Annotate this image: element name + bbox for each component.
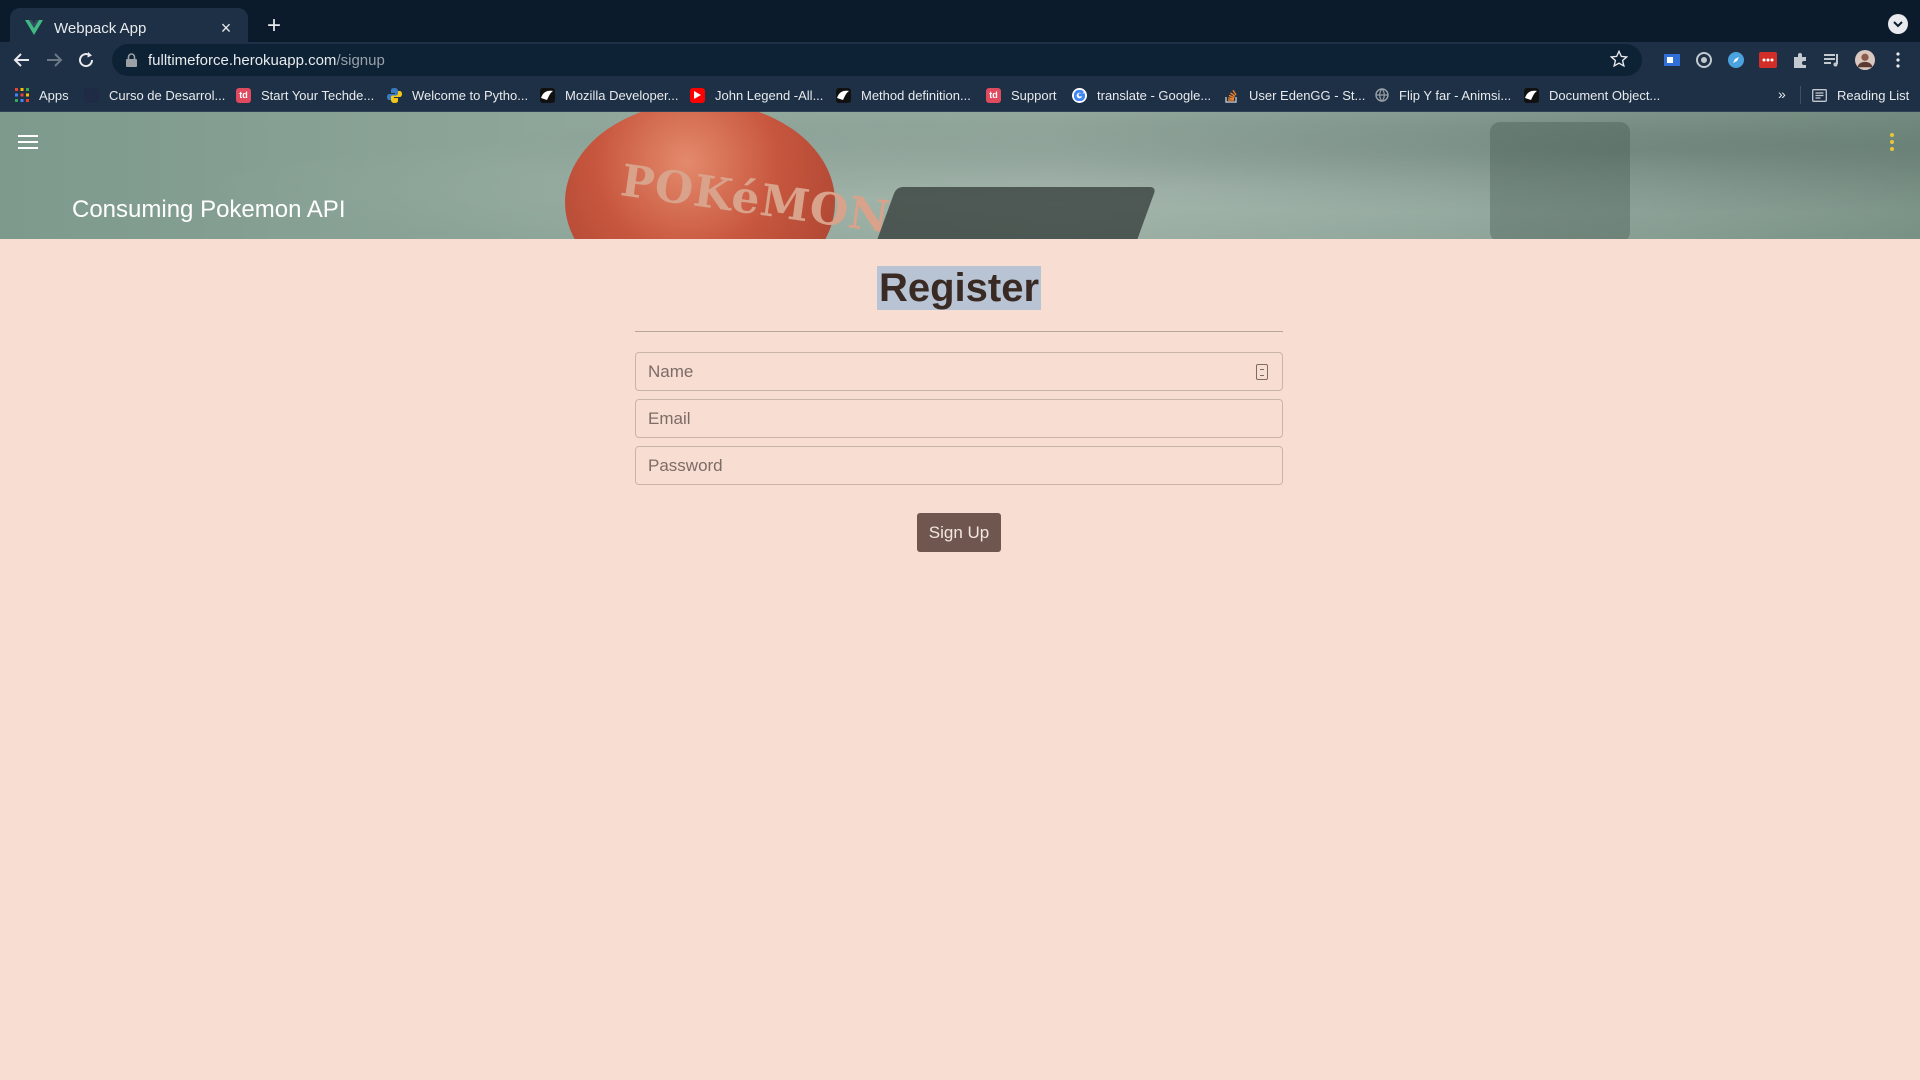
bookmarks-overflow-icon[interactable]: » [1778, 86, 1786, 102]
sign-up-button[interactable]: Sign Up [917, 513, 1001, 552]
bookmark-item[interactable]: Document Object... [1524, 85, 1660, 105]
forward-arrow-icon[interactable] [40, 46, 68, 74]
email-field[interactable] [636, 400, 1282, 437]
password-field[interactable] [636, 447, 1282, 484]
bookmark-label: Mozilla Developer... [565, 87, 679, 103]
extension-flag-icon[interactable] [1662, 50, 1682, 70]
new-tab-button[interactable]: + [260, 12, 288, 40]
bookmark-item[interactable]: translate - Google... [1072, 85, 1211, 105]
bookmark-label: Apps [39, 87, 69, 103]
course-icon [84, 87, 99, 103]
bookmark-label: Start Your Techde... [261, 87, 375, 103]
browser-tabstrip: Webpack App × + [0, 0, 1920, 48]
extension-compass-icon[interactable] [1726, 50, 1746, 70]
tab-title: Webpack App [54, 19, 147, 37]
reading-list-icon [1812, 88, 1827, 103]
browser-toolbar: fulltimeforce.herokuapp.com/signup [0, 42, 1920, 78]
bookmark-item[interactable]: Welcome to Pytho... [387, 85, 528, 105]
bookmarks-divider [1800, 86, 1801, 104]
title-divider [635, 331, 1283, 332]
url-text: fulltimeforce.herokuapp.com/signup [148, 52, 385, 69]
mdn-icon [1524, 87, 1539, 103]
bookmark-item[interactable]: Mozilla Developer... [540, 85, 678, 105]
bookmark-item[interactable]: User EdenGG - St... [1224, 85, 1365, 105]
bookmark-item[interactable]: td Support [986, 85, 1057, 105]
python-icon [387, 87, 402, 103]
autofill-contact-icon[interactable] [1256, 364, 1268, 380]
apps-grid-icon [14, 88, 29, 103]
bookmark-label: Document Object... [1549, 87, 1661, 103]
url-path: /signup [336, 51, 385, 69]
page-title: Register [635, 262, 1283, 314]
reading-list-button[interactable]: Reading List [1812, 85, 1909, 105]
mdn-icon [836, 87, 851, 103]
password-field-wrapper [635, 446, 1283, 485]
techdegree-icon: td [236, 87, 251, 103]
background-shape [1490, 122, 1630, 239]
bookmarks-bar: Apps Curso de Desarrol... td Start Your … [0, 78, 1920, 112]
bookmark-label: Support [1011, 87, 1057, 103]
vue-logo-icon [24, 19, 44, 37]
tab-close-icon[interactable]: × [216, 18, 236, 38]
name-field-wrapper [635, 352, 1283, 391]
bookmark-label: Welcome to Pytho... [412, 87, 529, 103]
bookmark-label: translate - Google... [1097, 87, 1212, 103]
button-row: Sign Up [635, 513, 1283, 552]
extensions-puzzle-icon[interactable] [1790, 50, 1810, 70]
extension-lastpass-icon[interactable] [1758, 50, 1778, 70]
bookmark-item[interactable]: Method definition... [836, 85, 971, 105]
bookmark-label: Method definition... [861, 87, 971, 103]
profile-avatar[interactable] [1855, 50, 1875, 70]
bookmark-label: John Legend -All... [715, 87, 824, 103]
google-icon [1072, 87, 1087, 103]
more-options-icon[interactable] [1886, 130, 1898, 154]
app-header: POKéMON Consuming Pokemon API [0, 112, 1920, 239]
address-bar[interactable]: fulltimeforce.herokuapp.com/signup [112, 44, 1642, 76]
globe-icon [1374, 88, 1389, 103]
lock-icon [124, 52, 138, 68]
bookmark-star-icon[interactable] [1609, 49, 1630, 70]
tab-search-icon[interactable] [1888, 14, 1908, 34]
extension-target-icon[interactable] [1694, 50, 1714, 70]
phone-image [863, 187, 1157, 239]
email-field-wrapper [635, 399, 1283, 438]
hamburger-menu-icon[interactable] [16, 130, 40, 154]
bookmark-item[interactable]: Curso de Desarrol... [84, 85, 225, 105]
url-host: fulltimeforce.herokuapp.com [148, 51, 337, 69]
register-heading: Register [876, 266, 1042, 310]
register-form: Register Sign Up [635, 262, 1283, 552]
media-queue-icon[interactable] [1822, 50, 1842, 70]
bookmark-label: Flip Y far - Animsi... [1399, 87, 1512, 103]
bookmark-item[interactable]: td Start Your Techde... [236, 85, 374, 105]
techdegree-icon: td [986, 87, 1001, 103]
browser-menu-icon[interactable] [1888, 50, 1908, 70]
bookmark-item[interactable]: John Legend -All... [690, 85, 823, 105]
bookmark-label: User EdenGG - St... [1249, 87, 1366, 103]
bookmark-item[interactable]: Flip Y far - Animsi... [1374, 85, 1511, 105]
stackoverflow-icon [1224, 88, 1239, 103]
reading-list-label: Reading List [1837, 87, 1910, 103]
app-title: Consuming Pokemon API [72, 196, 346, 223]
mdn-icon [540, 87, 555, 103]
name-field[interactable] [636, 353, 1282, 390]
bookmark-label: Curso de Desarrol... [109, 87, 226, 103]
back-arrow-icon[interactable] [8, 46, 36, 74]
bookmark-apps[interactable]: Apps [14, 85, 69, 105]
reload-icon[interactable] [72, 46, 100, 74]
youtube-icon [690, 87, 705, 103]
